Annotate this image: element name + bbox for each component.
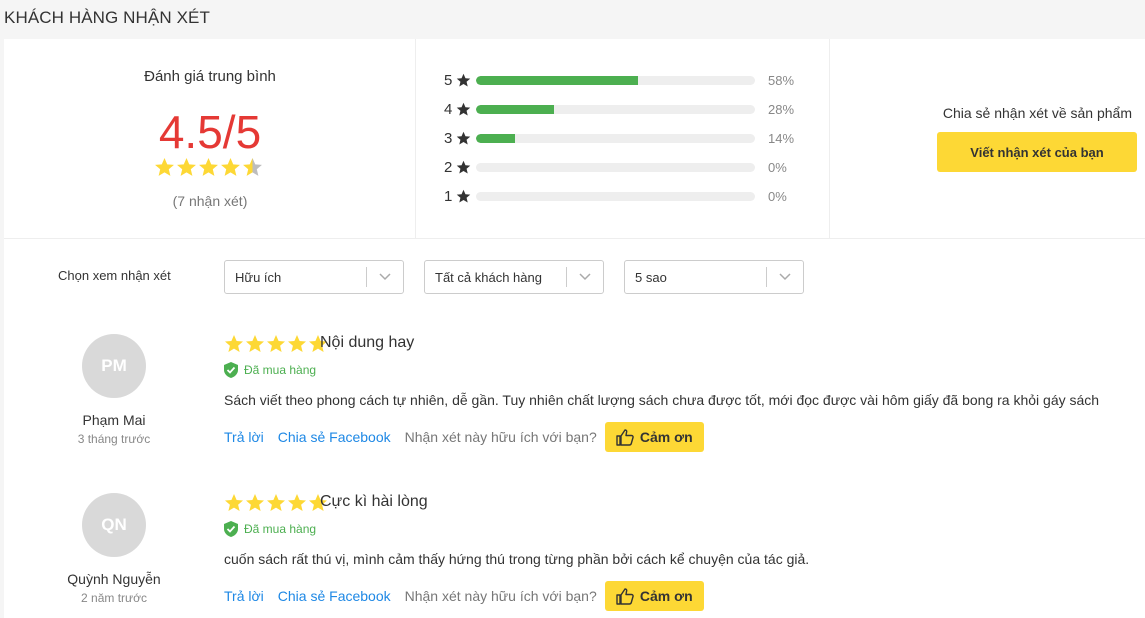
star-icon (225, 335, 243, 352)
verified-label: Đã mua hàng (244, 522, 317, 536)
review-time: 2 năm trước (81, 591, 147, 605)
avatar: PM (82, 334, 146, 398)
reply-link[interactable]: Trả lời (224, 429, 264, 445)
sort-select-value: Hữu ích (235, 269, 282, 285)
reviewer-name: Phạm Mai (82, 412, 146, 428)
bar-percent: 58% (768, 72, 795, 88)
review-stars (224, 334, 328, 354)
verified-purchase: Đã mua hàng (224, 521, 316, 537)
section-title: KHÁCH HÀNG NHẬN XÉT (4, 8, 210, 27)
bar-percent: 0% (768, 159, 787, 175)
star-icon (243, 158, 262, 176)
average-label: Đánh giá trung bình (144, 68, 276, 85)
helpful-question: Nhận xét này hữu ích với bạn? (404, 429, 597, 445)
thumbs-up-icon (616, 587, 634, 605)
thanks-button[interactable]: Cảm ơn (604, 581, 704, 611)
share-facebook-link[interactable]: Chia sẻ Facebook (278, 588, 391, 604)
star-icon (456, 73, 474, 88)
average-score: 4.5/5 (158, 106, 262, 158)
reviews-panel: Đánh giá trung bình 4.5/5 (7 nhận xét) 5… (4, 39, 1145, 618)
star-icon (199, 158, 218, 176)
share-prompt: Chia sẻ nhận xét về sản phẩm (942, 105, 1132, 121)
star-icon (246, 335, 264, 352)
review-actions: Trả lời Chia sẻ Facebook Nhận xét này hữ… (224, 422, 704, 452)
star-icon (456, 189, 474, 204)
bar-percent: 28% (768, 101, 795, 117)
review-text: Sách viết theo phong cách tự nhiên, dễ g… (224, 392, 1100, 408)
chevron-down-icon (767, 273, 803, 281)
verified-shield-icon (224, 521, 238, 537)
bar-fill (476, 75, 638, 85)
rating-bar-row: 2 0% (444, 157, 787, 177)
avatar: QN (82, 493, 146, 557)
bar-track (476, 162, 755, 172)
bar-track (476, 104, 755, 114)
average-rating-column: Đánh giá trung bình 4.5/5 (7 nhận xét) (4, 39, 416, 239)
rating-bar-row: 1 0% (444, 186, 787, 206)
bar-fill (476, 104, 555, 114)
review-stars (224, 493, 328, 513)
rating-summary: Đánh giá trung bình 4.5/5 (7 nhận xét) 5… (4, 39, 1145, 239)
bar-star-count: 5 (444, 71, 453, 89)
bar-star-count: 2 (444, 158, 453, 176)
thanks-label: Cảm ơn (639, 429, 693, 445)
star-icon (225, 494, 243, 511)
rating-distribution: 5 58% 4 28% 3 14% 2 0% 1 0% (416, 39, 830, 239)
star-icon (456, 131, 474, 146)
star-icon (267, 494, 285, 511)
chevron-down-icon (367, 273, 403, 281)
star-icon (246, 494, 264, 511)
bar-percent: 0% (768, 188, 787, 204)
star-icon (221, 158, 240, 176)
bar-track (476, 133, 755, 143)
verified-label: Đã mua hàng (244, 363, 317, 377)
star-icon (155, 158, 174, 176)
bar-track (476, 191, 755, 201)
star-icon (177, 158, 196, 176)
verified-shield-icon (224, 362, 238, 378)
thumbs-up-icon (616, 428, 634, 446)
star-icon (288, 335, 306, 352)
average-stars (154, 157, 263, 178)
rating-bar-row: 4 28% (444, 99, 794, 119)
review-title: Nội dung hay (320, 334, 415, 351)
bar-star-count: 3 (444, 129, 453, 147)
write-review-button[interactable]: Viết nhận xét của bạn (937, 132, 1137, 172)
customer-select[interactable]: Tất cả khách hàng (424, 260, 604, 294)
share-column: Chia sẻ nhận xét về sản phẩm Viết nhận x… (830, 39, 1145, 239)
bar-track (476, 75, 755, 85)
reviewer-name: Quỳnh Nguyễn (67, 571, 161, 587)
bar-star-count: 4 (444, 100, 453, 118)
star-icon (456, 160, 474, 175)
verified-purchase: Đã mua hàng (224, 362, 316, 378)
thanks-label: Cảm ơn (639, 588, 693, 604)
star-filter-select[interactable]: 5 sao (624, 260, 804, 294)
thanks-button[interactable]: Cảm ơn (604, 422, 704, 452)
share-facebook-link[interactable]: Chia sẻ Facebook (278, 429, 391, 445)
star-icon (288, 494, 306, 511)
rating-bar-row: 3 14% (444, 128, 794, 148)
review-title: Cực kì hài lòng (320, 493, 428, 510)
review-actions: Trả lời Chia sẻ Facebook Nhận xét này hữ… (224, 581, 704, 611)
helpful-question: Nhận xét này hữu ích với bạn? (404, 588, 597, 604)
star-icon (456, 102, 474, 117)
chevron-down-icon (567, 273, 603, 281)
reply-link[interactable]: Trả lời (224, 588, 264, 604)
customer-select-value: Tất cả khách hàng (435, 269, 542, 285)
bar-fill (476, 133, 516, 143)
review-count: (7 nhận xét) (172, 193, 248, 209)
sort-select[interactable]: Hữu ích (224, 260, 404, 294)
bar-star-count: 1 (444, 187, 453, 205)
review-text: cuốn sách rất thú vị, mình cảm thấy hứng… (224, 551, 810, 567)
star-filter-value: 5 sao (635, 269, 667, 285)
bar-percent: 14% (768, 130, 795, 146)
review-time: 3 tháng trước (77, 432, 151, 446)
star-icon (267, 335, 285, 352)
rating-bar-row: 5 58% (444, 70, 794, 90)
filter-label: Chọn xem nhận xét (58, 268, 171, 283)
